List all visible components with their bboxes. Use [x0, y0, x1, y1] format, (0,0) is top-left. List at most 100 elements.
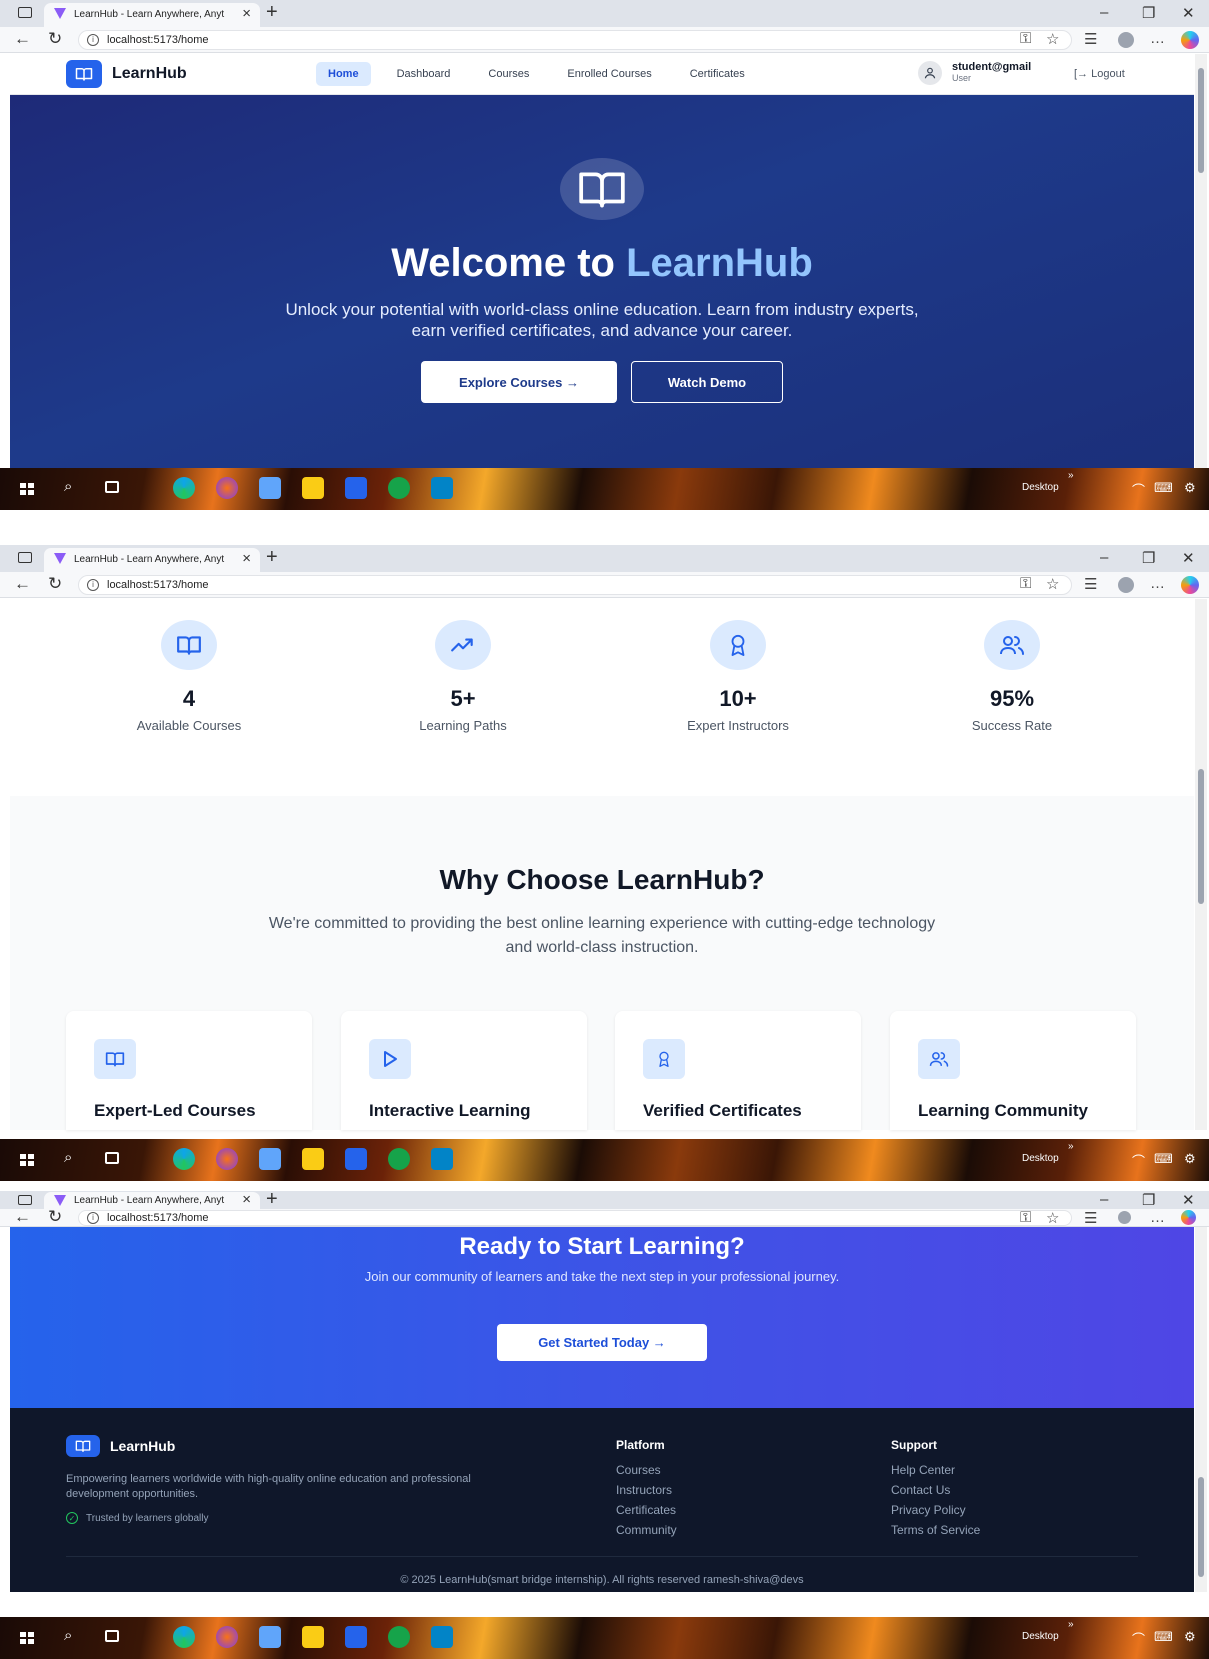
user-menu[interactable]: student@gmail User	[918, 61, 1031, 85]
new-tab-icon[interactable]: +	[266, 1, 278, 24]
chrome-app-icon[interactable]	[388, 477, 410, 499]
get-started-button[interactable]: Get Started Today →	[497, 1324, 707, 1361]
feature-card-community[interactable]: Learning Community	[890, 1011, 1136, 1130]
close-tab-icon[interactable]: ×	[242, 5, 251, 22]
chrome-app-icon[interactable]	[388, 1148, 410, 1170]
footer-link-certificates[interactable]: Certificates	[616, 1503, 677, 1517]
keyboard-icon[interactable]: ⌨	[1154, 1629, 1173, 1645]
desktop-label[interactable]: Desktop	[1022, 1631, 1059, 1642]
settings-gear-icon[interactable]: ⚙	[1184, 1629, 1196, 1645]
favorite-star-icon[interactable]: ☆	[1046, 575, 1059, 593]
tab-actions-icon[interactable]	[18, 1195, 32, 1205]
minimize-icon[interactable]: –	[1100, 549, 1108, 566]
close-tab-icon[interactable]: ×	[242, 1191, 251, 1208]
close-window-icon[interactable]: ✕	[1182, 549, 1195, 567]
browser-tab[interactable]: LearnHub - Learn Anywhere, Anyt ×	[44, 3, 260, 27]
new-tab-icon[interactable]: +	[266, 546, 278, 569]
favorites-icon[interactable]: ☰	[1084, 575, 1097, 593]
site-info-icon[interactable]: i	[87, 34, 99, 46]
word-app-icon[interactable]	[345, 1148, 367, 1170]
word-app-icon[interactable]	[345, 1626, 367, 1648]
feature-card-interactive[interactable]: Interactive Learning	[341, 1011, 587, 1130]
firefox-app-icon[interactable]	[216, 1626, 238, 1648]
scrollbar-thumb[interactable]	[1198, 769, 1204, 904]
word-app-icon[interactable]	[345, 477, 367, 499]
vscode-app-icon[interactable]	[431, 1148, 453, 1170]
close-window-icon[interactable]: ✕	[1182, 1191, 1195, 1209]
settings-gear-icon[interactable]: ⚙	[1184, 1151, 1196, 1167]
footer-brand[interactable]: LearnHub	[66, 1435, 175, 1457]
firefox-app-icon[interactable]	[216, 477, 238, 499]
copilot-icon[interactable]	[1181, 576, 1199, 594]
footer-link-privacy-policy[interactable]: Privacy Policy	[891, 1503, 980, 1517]
vscode-app-icon[interactable]	[431, 477, 453, 499]
site-info-icon[interactable]: i	[87, 579, 99, 591]
edge-app-icon[interactable]	[173, 1626, 195, 1648]
minimize-icon[interactable]: –	[1100, 4, 1108, 21]
windows-start-icon[interactable]	[20, 1154, 34, 1166]
wifi-icon[interactable]: ⌒	[1132, 1629, 1145, 1648]
file-explorer-icon[interactable]	[302, 1148, 324, 1170]
file-explorer-icon[interactable]	[302, 1626, 324, 1648]
back-icon[interactable]: ←	[14, 1207, 31, 1227]
url-field[interactable]: i localhost:5173/home	[78, 1210, 1072, 1226]
restore-icon[interactable]: ❐	[1142, 1191, 1155, 1209]
search-icon[interactable]: ⌕	[64, 1149, 72, 1166]
logout-button[interactable]: [→ Logout	[1074, 68, 1125, 80]
more-icon[interactable]: …	[1150, 1209, 1165, 1226]
overflow-chevron-icon[interactable]: »	[1068, 470, 1074, 481]
profile-icon[interactable]	[1118, 1211, 1131, 1224]
keyboard-icon[interactable]: ⌨	[1154, 1151, 1173, 1167]
scrollbar-thumb[interactable]	[1198, 1477, 1204, 1577]
url-field[interactable]: i localhost:5173/home	[78, 30, 1072, 50]
url-field[interactable]: i localhost:5173/home	[78, 575, 1072, 595]
windows-start-icon[interactable]	[20, 483, 34, 495]
watch-demo-button[interactable]: Watch Demo	[631, 361, 783, 403]
firefox-app-icon[interactable]	[216, 1148, 238, 1170]
tab-actions-icon[interactable]	[18, 7, 32, 18]
tab-actions-icon[interactable]	[18, 552, 32, 563]
nav-courses[interactable]: Courses	[476, 62, 541, 86]
more-icon[interactable]: …	[1150, 30, 1165, 47]
vscode-app-icon[interactable]	[431, 1626, 453, 1648]
file-explorer-icon[interactable]	[302, 477, 324, 499]
wifi-icon[interactable]: ⌒	[1132, 1151, 1145, 1170]
restore-icon[interactable]: ❐	[1142, 549, 1155, 567]
footer-link-community[interactable]: Community	[616, 1523, 677, 1537]
close-tab-icon[interactable]: ×	[242, 550, 251, 567]
close-window-icon[interactable]: ✕	[1182, 4, 1195, 22]
photos-app-icon[interactable]	[259, 1148, 281, 1170]
footer-link-terms[interactable]: Terms of Service	[891, 1523, 980, 1537]
favorites-icon[interactable]: ☰	[1084, 1209, 1097, 1227]
nav-dashboard[interactable]: Dashboard	[385, 62, 463, 86]
feature-card-certificates[interactable]: Verified Certificates	[615, 1011, 861, 1130]
search-icon[interactable]: ⌕	[64, 478, 72, 495]
photos-app-icon[interactable]	[259, 1626, 281, 1648]
key-icon[interactable]: ⚿	[1020, 1209, 1031, 1226]
wifi-icon[interactable]: ⌒	[1132, 480, 1145, 499]
footer-link-instructors[interactable]: Instructors	[616, 1483, 677, 1497]
page-scrollbar[interactable]	[1195, 54, 1207, 468]
copilot-icon[interactable]	[1181, 1210, 1196, 1225]
restore-icon[interactable]: ❐	[1142, 4, 1155, 22]
reload-icon[interactable]: ↻	[48, 29, 62, 49]
footer-link-contact-us[interactable]: Contact Us	[891, 1483, 980, 1497]
favorite-star-icon[interactable]: ☆	[1046, 30, 1059, 48]
more-icon[interactable]: …	[1150, 575, 1165, 592]
windows-start-icon[interactable]	[20, 1632, 34, 1644]
site-info-icon[interactable]: i	[87, 1212, 99, 1224]
favorite-star-icon[interactable]: ☆	[1046, 1209, 1059, 1227]
search-icon[interactable]: ⌕	[64, 1627, 72, 1644]
back-icon[interactable]: ←	[14, 574, 31, 594]
profile-icon[interactable]	[1118, 577, 1134, 593]
desktop-label[interactable]: Desktop	[1022, 482, 1059, 493]
browser-tab[interactable]: LearnHub - Learn Anywhere, Anyt ×	[44, 548, 260, 572]
favorites-icon[interactable]: ☰	[1084, 30, 1097, 48]
page-scrollbar[interactable]	[1195, 1227, 1207, 1592]
copilot-icon[interactable]	[1181, 31, 1199, 49]
reload-icon[interactable]: ↻	[48, 574, 62, 594]
footer-link-help-center[interactable]: Help Center	[891, 1463, 980, 1477]
profile-icon[interactable]	[1118, 32, 1134, 48]
back-icon[interactable]: ←	[14, 29, 31, 49]
minimize-icon[interactable]: –	[1100, 1191, 1108, 1208]
